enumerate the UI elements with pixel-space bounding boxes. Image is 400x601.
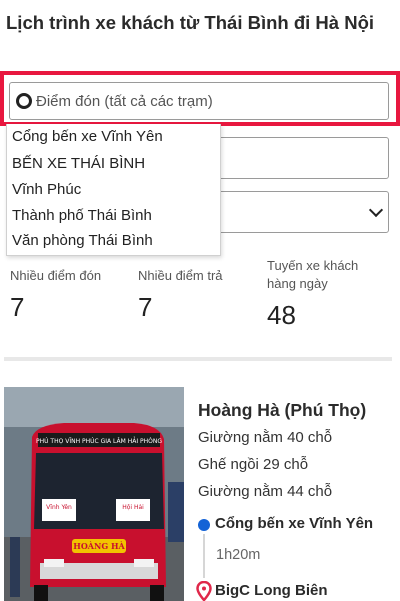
seat-type: Giường nằm 40 chỗ [198,429,333,446]
dropdown-option[interactable]: BẾN XE THÁI BÌNH [12,154,145,174]
bus-headlight-right [134,559,154,567]
bus-wheel-right [150,585,164,601]
origin-dot-icon [198,519,210,531]
seat-type: Giường nằm 44 chỗ [198,483,333,500]
stat-value-daily-routes: 48 [267,300,296,330]
stat-value-pickups: 7 [10,292,25,322]
bus-window-text-right: Hội Hải [122,504,144,511]
dropdown-option[interactable]: Cổng bến xe Vĩnh Yên [12,127,163,147]
bus-window-text-left: Vĩnh Yên [46,504,72,511]
bus-image[interactable]: PHÚ THỌ VĨNH PHÚC GIA LÂM HẢI PHÒNG Vĩnh… [4,387,184,601]
bus-destination-text: PHÚ THỌ VĨNH PHÚC GIA LÂM HẢI PHÒNG [36,437,162,445]
page-title: Lịch trình xe khách từ Thái Bình đi Hà N… [6,12,375,33]
dropdown-option[interactable]: Văn phòng Thái Bình [12,231,153,251]
circle-icon [16,93,32,109]
dropdown-option[interactable]: Thành phố Thái Bình [12,206,152,226]
pickup-dropdown: Cổng bến xe Vĩnh Yên BẾN XE THÁI BÌNH Vĩ… [6,124,221,256]
pickup-input[interactable]: Điểm đón (tất cả các trạm) [9,82,389,120]
bus-headlight-left [44,559,64,567]
route-origin: Cổng bến xe Vĩnh Yên [215,515,374,532]
pickup-placeholder: Điểm đón (tất cả các trạm) [36,92,213,110]
pin-center [202,586,206,591]
chevron-down-icon [368,202,384,218]
route-duration: 1h20m [216,547,261,563]
section-divider [4,357,392,361]
route-connector [203,534,205,578]
seat-type: Ghế ngồi 29 chỗ [198,456,309,473]
dropdown-option[interactable]: Vĩnh Phúc [12,180,81,200]
route-destination: BigC Long Biên [215,582,328,599]
bus-brand-text: HOÀNG HÀ [73,541,125,551]
stat-label-dropoffs: Nhiều điểm trả [138,268,223,283]
operator-name[interactable]: Hoàng Hà (Phú Thọ) [198,400,366,421]
pin-path [196,581,212,601]
stat-value-dropoffs: 7 [138,292,153,322]
stat-label-pickups: Nhiều điểm đón [10,268,102,283]
location-pin-icon [196,581,212,601]
stat-label-daily-routes: Tuyến xe khách hàng ngày [267,258,359,291]
bus-wheel-left [34,585,48,601]
